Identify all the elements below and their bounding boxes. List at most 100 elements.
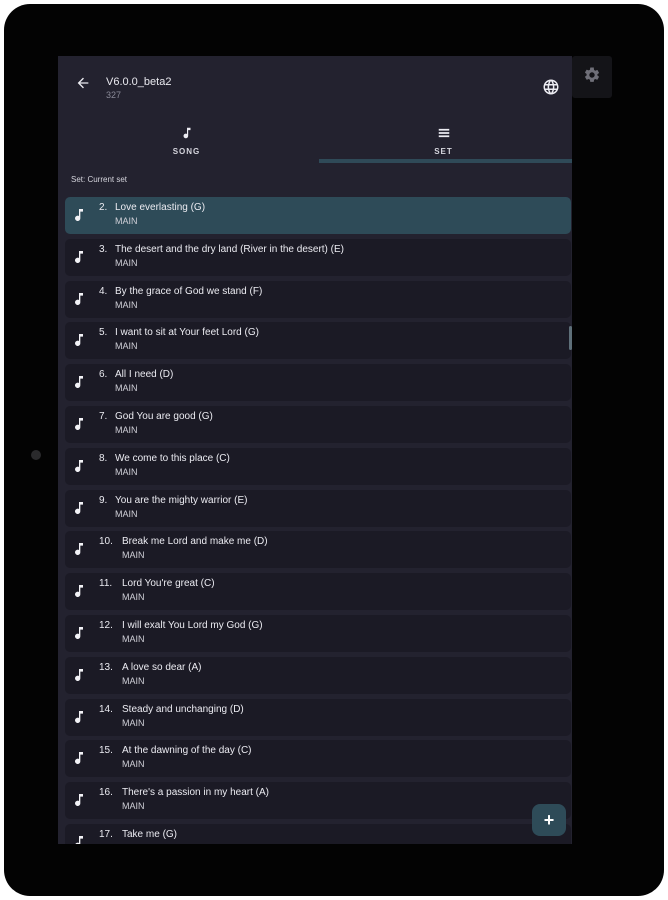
song-title: A love so dear (A)	[122, 662, 202, 673]
song-row[interactable]: 17. Take me (G) MAIN	[65, 824, 571, 844]
music-note-icon	[71, 624, 87, 642]
music-note-icon	[71, 248, 87, 266]
app-subtitle: 327	[106, 90, 122, 100]
song-row[interactable]: 13. A love so dear (A) MAIN	[65, 657, 571, 694]
music-note-icon	[71, 415, 87, 433]
music-note-icon	[71, 206, 87, 224]
song-row[interactable]: 4. By the grace of God we stand (F) MAIN	[65, 281, 571, 318]
add-button[interactable]: +	[532, 804, 566, 836]
tab-set[interactable]: SET	[315, 122, 572, 164]
music-note-icon	[71, 331, 87, 349]
song-title: At the dawning of the day (C)	[122, 745, 252, 756]
song-number: 4.	[99, 286, 108, 297]
song-title: Break me Lord and make me (D)	[122, 536, 268, 547]
song-number: 2.	[99, 202, 108, 213]
song-number: 15.	[99, 745, 113, 756]
music-note-icon	[71, 833, 87, 844]
tab-set-label: SET	[434, 147, 453, 156]
song-number: 10.	[99, 536, 113, 547]
song-row[interactable]: 11. Lord You're great (C) MAIN	[65, 573, 571, 610]
song-title: The desert and the dry land (River in th…	[115, 244, 344, 255]
title-block: V6.0.0_beta2 327	[106, 76, 171, 101]
song-number: 14.	[99, 704, 113, 715]
song-section: MAIN	[122, 843, 145, 844]
song-number: 16.	[99, 787, 113, 798]
music-note-icon	[71, 708, 87, 726]
song-number: 9.	[99, 495, 108, 506]
song-section: MAIN	[122, 634, 145, 644]
music-note-icon	[71, 290, 87, 308]
app-screen: V6.0.0_beta2 327 SONG SET Set: Current s…	[58, 56, 572, 844]
tab-bar: SONG SET	[58, 122, 572, 164]
music-note-icon	[71, 749, 87, 767]
list-icon	[437, 126, 451, 142]
set-song-list: 2. Love everlasting (G) MAIN 3. The desert a…	[58, 197, 572, 844]
tablet-frame: V6.0.0_beta2 327 SONG SET Set: Current s…	[4, 4, 664, 896]
song-number: 17.	[99, 829, 113, 840]
tab-song[interactable]: SONG	[58, 122, 315, 164]
music-note-icon	[71, 457, 87, 475]
song-row[interactable]: 15. At the dawning of the day (C) MAIN	[65, 740, 571, 777]
song-row[interactable]: 10. Break me Lord and make me (D) MAIN	[65, 531, 571, 568]
song-number: 3.	[99, 244, 108, 255]
music-note-icon	[71, 666, 87, 684]
song-number: 12.	[99, 620, 113, 631]
song-section: MAIN	[115, 509, 138, 519]
music-note-icon	[71, 373, 87, 391]
set-name-label: Set: Current set	[71, 175, 128, 184]
gear-icon	[583, 66, 601, 89]
song-title: I want to sit at Your feet Lord (G)	[115, 327, 259, 338]
song-title: Love everlasting (G)	[115, 202, 206, 213]
tab-song-label: SONG	[172, 147, 201, 156]
song-title: You are the mighty warrior (E)	[115, 495, 248, 506]
song-section: MAIN	[122, 718, 145, 728]
song-title: All I need (D)	[115, 369, 174, 380]
song-title: I will exalt You Lord my God (G)	[122, 620, 263, 631]
globe-icon	[542, 78, 560, 101]
song-number: 13.	[99, 662, 113, 673]
song-title: There's a passion in my heart (A)	[122, 787, 269, 798]
song-row[interactable]: 9. You are the mighty warrior (E) MAIN	[65, 490, 571, 527]
song-title: We come to this place (C)	[115, 453, 230, 464]
song-number: 5.	[99, 327, 108, 338]
arrow-back-icon	[75, 75, 91, 96]
music-note-icon	[71, 540, 87, 558]
song-section: MAIN	[115, 467, 138, 477]
music-note-icon	[180, 126, 194, 142]
song-title: God You are good (G)	[115, 411, 213, 422]
back-button[interactable]	[72, 74, 94, 96]
song-section: MAIN	[115, 383, 138, 393]
song-row[interactable]: 8. We come to this place (C) MAIN	[65, 448, 571, 485]
song-row[interactable]: 2. Love everlasting (G) MAIN	[65, 197, 571, 234]
song-section: MAIN	[115, 300, 138, 310]
song-number: 8.	[99, 453, 108, 464]
song-row[interactable]: 7. God You are good (G) MAIN	[65, 406, 571, 443]
settings-gear-button[interactable]	[572, 56, 612, 98]
song-section: MAIN	[115, 341, 138, 351]
song-section: MAIN	[122, 550, 145, 560]
song-number: 7.	[99, 411, 108, 422]
active-tab-indicator	[319, 159, 572, 163]
song-section: MAIN	[122, 759, 145, 769]
song-row[interactable]: 12. I will exalt You Lord my God (G) MAIN	[65, 615, 571, 652]
music-note-icon	[71, 791, 87, 809]
song-title: By the grace of God we stand (F)	[115, 286, 263, 297]
song-title: Take me (G)	[122, 829, 178, 840]
song-row[interactable]: 3. The desert and the dry land (River in …	[65, 239, 571, 276]
song-row[interactable]: 14. Steady and unchanging (D) MAIN	[65, 699, 571, 736]
song-row[interactable]: 16. There's a passion in my heart (A) MAIN	[65, 782, 571, 819]
song-row[interactable]: 5. I want to sit at Your feet Lord (G) MAI…	[65, 322, 571, 359]
song-section: MAIN	[115, 425, 138, 435]
camera-dot	[31, 450, 41, 460]
song-number: 6.	[99, 369, 108, 380]
song-title: Steady and unchanging (D)	[122, 704, 244, 715]
song-section: MAIN	[122, 676, 145, 686]
song-section: MAIN	[122, 592, 145, 602]
song-section: MAIN	[122, 801, 145, 811]
language-button[interactable]	[540, 78, 562, 100]
song-title: Lord You're great (C)	[122, 578, 215, 589]
song-section: MAIN	[115, 258, 138, 268]
music-note-icon	[71, 582, 87, 600]
scrollbar-thumb[interactable]	[569, 326, 572, 350]
song-row[interactable]: 6. All I need (D) MAIN	[65, 364, 571, 401]
